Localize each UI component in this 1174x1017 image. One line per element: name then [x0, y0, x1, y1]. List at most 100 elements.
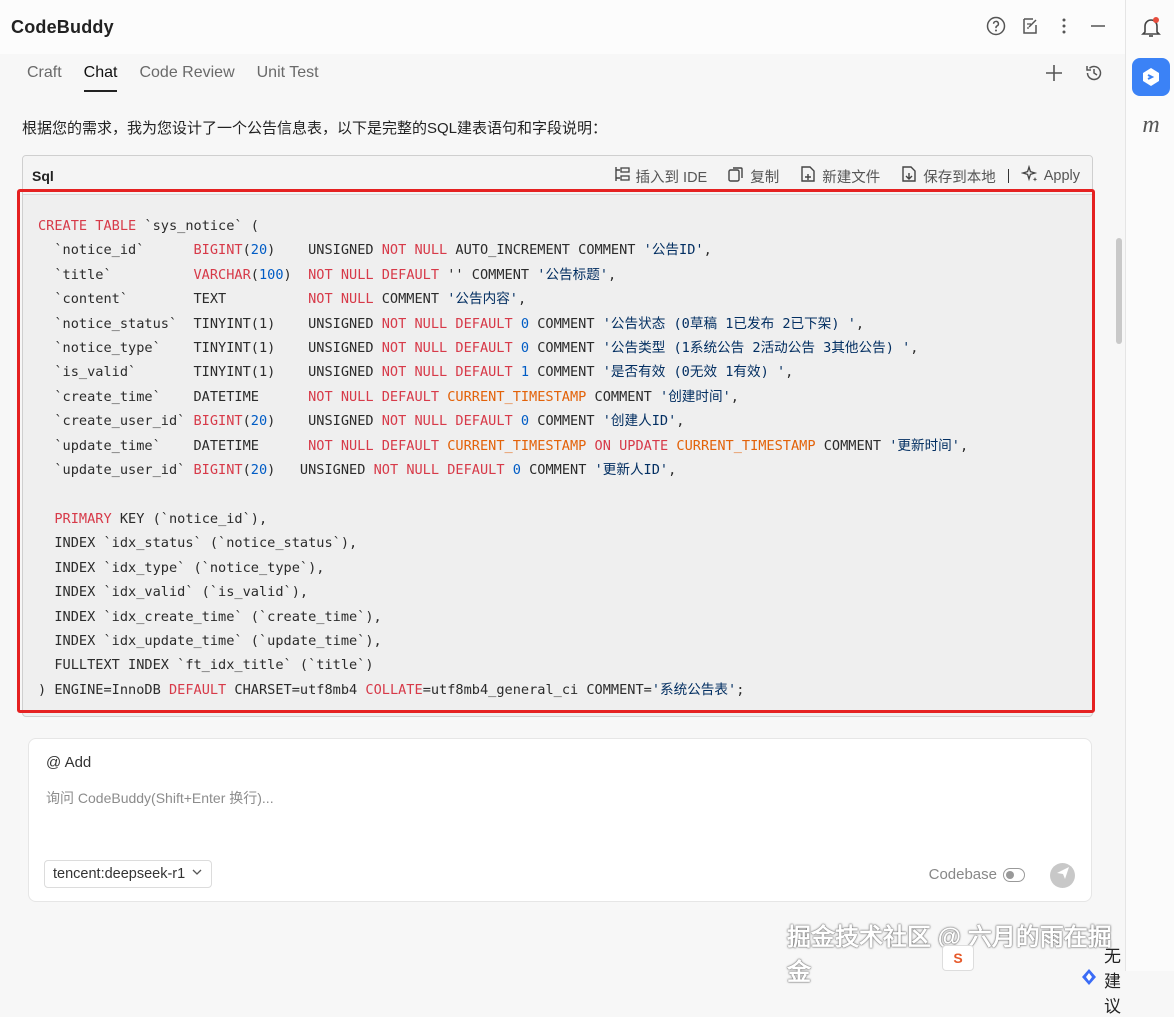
code-line: `is_valid` TINYINT(1) UNSIGNED NOT NULL … [38, 360, 968, 384]
code-token: AUTO_INCREMENT COMMENT [447, 242, 644, 259]
code-token: FULLTEXT INDEX `ft_idx_title` (`title`) [38, 657, 374, 674]
code-token: , [959, 437, 969, 454]
code-token: BIGINT [193, 242, 243, 259]
code-token: ; [736, 681, 745, 698]
code-token: COMMENT [529, 413, 603, 430]
code-token: NOT NULL DEFAULT [381, 315, 513, 332]
code-token: '系统公告表' [651, 681, 737, 698]
code-line: INDEX `idx_update_time` (`update_time`), [38, 629, 968, 653]
code-token: `title` [38, 266, 194, 283]
code-token: `notice_type` TINYINT(1) UNSIGNED [38, 340, 382, 357]
code-token: NOT NULL [381, 242, 448, 259]
apply-label: Apply [1043, 168, 1080, 184]
code-token: NOT NULL [308, 291, 374, 308]
add-context-button[interactable]: @ Add [46, 754, 91, 771]
minimize-icon[interactable] [1087, 15, 1109, 37]
code-token: COMMENT [815, 437, 890, 454]
code-line: `create_user_id` BIGINT(20) UNSIGNED NOT… [38, 409, 968, 433]
code-token: `is_valid` TINYINT(1) UNSIGNED [38, 364, 382, 381]
code-token: NOT NULL DEFAULT [381, 413, 513, 430]
bell-icon[interactable] [1138, 14, 1164, 40]
action-separator [1007, 169, 1009, 183]
codebase-toggle[interactable] [1003, 867, 1025, 882]
send-button[interactable] [1050, 863, 1075, 888]
model-selector[interactable]: tencent:deepseek-r1 [44, 860, 213, 888]
sql-code: CREATE TABLE `sys_notice` ( `notice_id` … [38, 214, 968, 702]
code-line: `notice_id` BIGINT(20) UNSIGNED NOT NULL… [38, 238, 968, 262]
help-icon[interactable] [985, 15, 1007, 37]
suggestion-status[interactable]: 无建议 [1080, 942, 1125, 1017]
code-block-header: Sql 插入到 IDE 复制 新建文件 保存到本地 Apply [23, 156, 1092, 195]
edit-icon[interactable] [1019, 15, 1041, 37]
code-token: CURRENT_TIMESTAMP [447, 388, 587, 405]
code-token: KEY (`notice_id`), [111, 510, 268, 527]
tab-craft[interactable]: Craft [27, 64, 62, 92]
code-token: ( [242, 462, 251, 479]
tab-chat[interactable]: Chat [83, 64, 118, 92]
suggest-logo-icon [1080, 968, 1098, 991]
code-token: '更新时间' [889, 437, 960, 454]
code-line: `create_time` DATETIME NOT NULL DEFAULT … [38, 385, 968, 409]
code-token: NOT NULL DEFAULT [308, 266, 440, 283]
codebase-toggle-group: Codebase [929, 866, 1025, 883]
apply-button[interactable]: Apply [1020, 164, 1080, 187]
code-token: 0 [520, 413, 530, 430]
code-token: '' COMMENT [439, 266, 538, 283]
code-token: , [703, 242, 712, 259]
code-token: NOT NULL DEFAULT [373, 462, 505, 479]
code-token: ) ENGINE=InnoDB [38, 681, 169, 698]
code-line: INDEX `idx_valid` (`is_valid`), [38, 580, 968, 604]
copy-label: 复制 [750, 169, 780, 186]
m-icon[interactable]: m [1138, 112, 1164, 138]
title-bar: CodeBuddy [0, 0, 1125, 54]
code-token: '公告ID' [643, 242, 704, 259]
code-line: `title` VARCHAR(100) NOT NULL DEFAULT ''… [38, 263, 968, 287]
codebuddy-logo-icon[interactable] [1132, 58, 1170, 96]
code-token: , [730, 388, 739, 405]
code-token: `update_user_id` [38, 462, 194, 479]
plus-icon[interactable] [1043, 62, 1065, 84]
code-line: `notice_status` TINYINT(1) UNSIGNED NOT … [38, 312, 968, 336]
code-line: CREATE TABLE `sys_notice` ( [38, 214, 968, 238]
code-token: 20 [250, 462, 268, 479]
tab-unit-test[interactable]: Unit Test [257, 64, 319, 92]
code-token: CURRENT_TIMESTAMP [447, 437, 587, 454]
code-token: CREATE TABLE [38, 218, 137, 234]
codebuddy-panel: CodeBuddy Craft Chat Code Review Unit Te… [0, 0, 1125, 1016]
new-file-button[interactable]: 新建文件 [799, 165, 880, 187]
ime-badge[interactable]: S [942, 945, 974, 971]
new-file-label: 新建文件 [822, 169, 881, 186]
code-token: ) UNSIGNED [267, 462, 374, 479]
code-token: , [785, 364, 794, 381]
suggest-label: 无建议 [1104, 947, 1121, 1016]
code-token: COMMENT [529, 340, 603, 357]
copy-button[interactable]: 复制 [727, 165, 779, 187]
code-token: CHARSET=utf8mb4 [226, 681, 366, 698]
code-token: BIGINT [193, 413, 243, 430]
code-line: `notice_type` TINYINT(1) UNSIGNED NOT NU… [38, 336, 968, 360]
code-token: 20 [250, 413, 268, 430]
insert-to-ide-button[interactable]: 插入到 IDE [613, 165, 707, 187]
tab-code-review[interactable]: Code Review [139, 64, 234, 92]
chat-scrollbar[interactable] [1116, 238, 1122, 344]
code-token: `notice_id` [38, 242, 194, 259]
title-actions [985, 15, 1109, 37]
code-token: NOT NULL DEFAULT [308, 437, 440, 454]
code-token: 0 [512, 462, 521, 479]
copy-icon [727, 165, 745, 187]
code-token: ( [242, 413, 251, 430]
code-token: '公告状态 (0草稿 1已发布 2已下架) ' [602, 315, 856, 332]
code-token: INDEX `idx_update_time` (`update_time`), [38, 632, 382, 649]
code-token: BIGINT [193, 462, 243, 479]
code-token: `content` TEXT [38, 291, 309, 308]
save-local-button[interactable]: 保存到本地 [900, 165, 996, 187]
history-icon[interactable] [1083, 62, 1105, 84]
code-token: ) UNSIGNED [267, 242, 382, 259]
chat-input[interactable]: 询问 CodeBuddy(Shift+Enter 换行)... [46, 788, 274, 808]
more-icon[interactable] [1053, 15, 1075, 37]
code-token: ) UNSIGNED [267, 413, 382, 430]
sparkle-icon [1020, 164, 1039, 187]
